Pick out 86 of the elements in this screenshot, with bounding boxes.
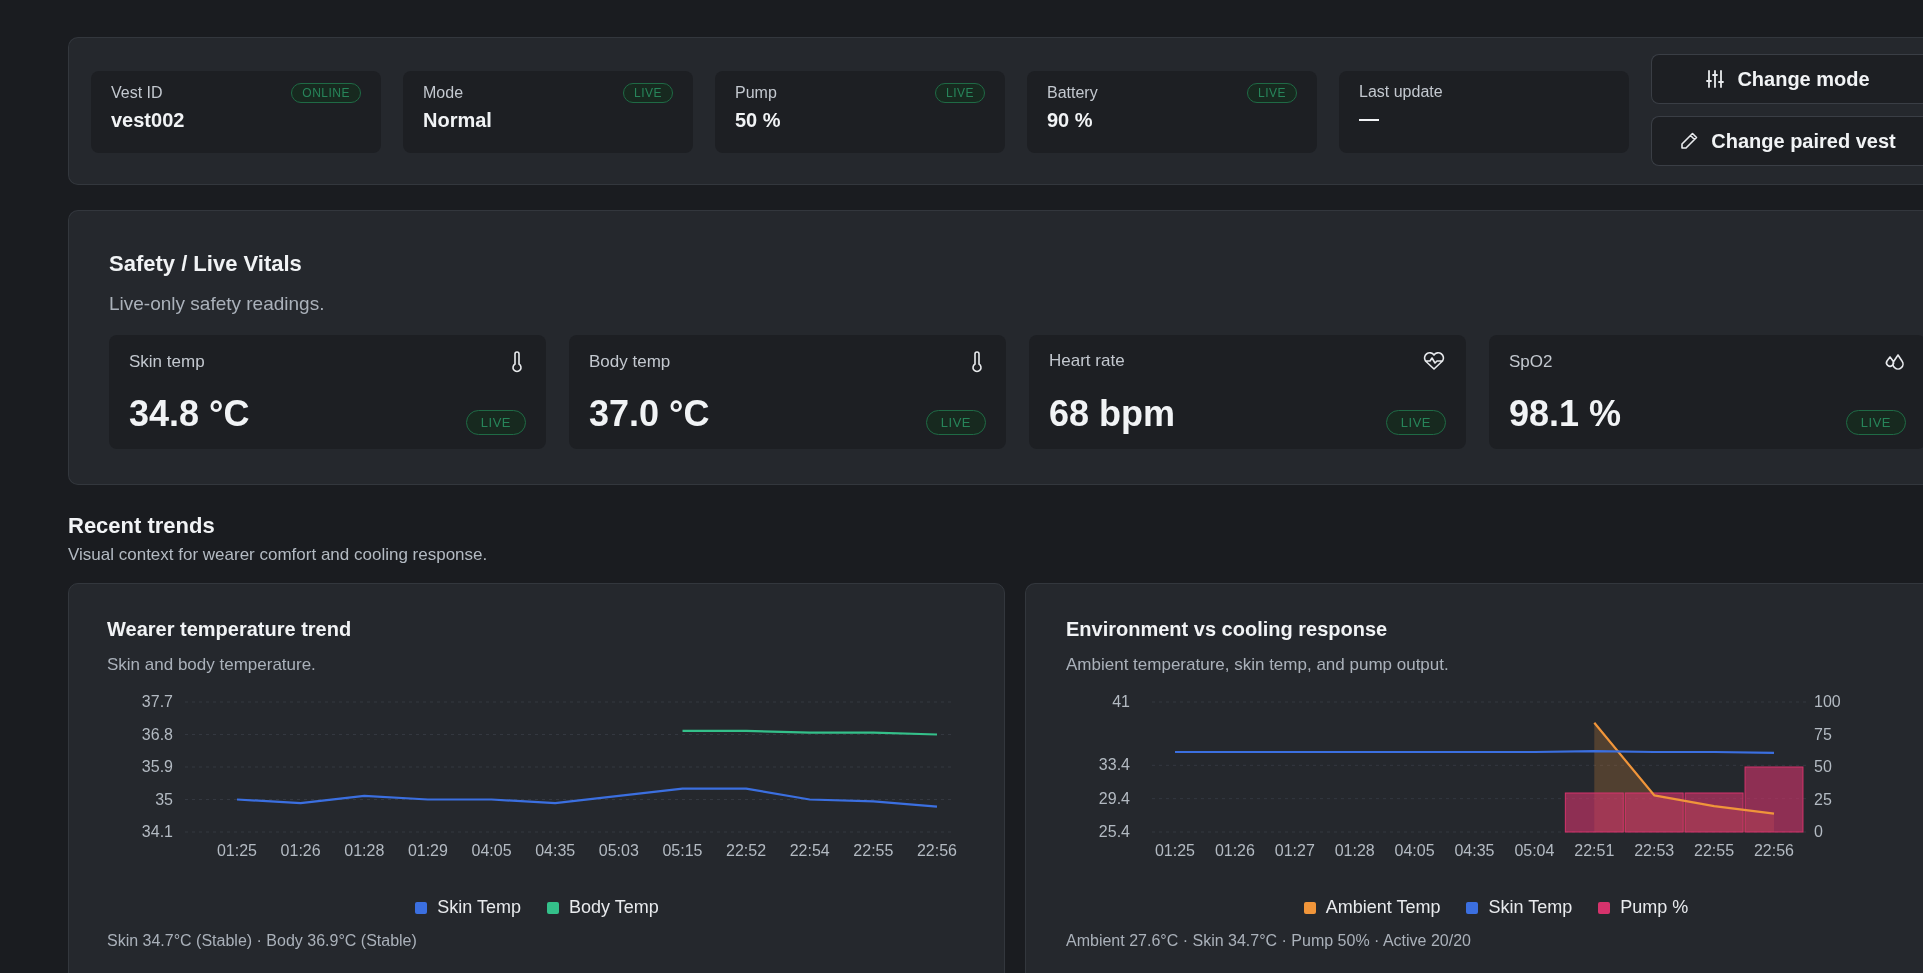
status-label: Battery (1047, 84, 1098, 102)
x-tick-label: 22:51 (1574, 842, 1615, 859)
y-tick-label: 41 (1112, 693, 1130, 710)
vital-label: Skin temp (129, 352, 205, 372)
section-subtitle: Visual context for wearer comfort and cooling response. (68, 545, 489, 565)
x-tick-label: 01:25 (1155, 842, 1195, 859)
y-tick-label: 35.9 (141, 758, 173, 775)
x-tick-label: 22:54 (789, 842, 830, 859)
x-tick-label: 05:15 (662, 842, 703, 859)
legend-label[interactable]: Skin Temp (437, 897, 521, 918)
chart-footer: Skin 34.7°C (Stable) · Body 36.9°C (Stable) (107, 932, 1004, 950)
x-tick-label: 22:53 (1634, 842, 1675, 859)
status-badge: ONLINE (291, 83, 361, 103)
x-tick-label: 01:26 (280, 842, 321, 859)
legend-label[interactable]: Ambient Temp (1325, 897, 1441, 918)
x-tick-label: 04:05 (471, 842, 512, 859)
status-value: 90 % (1047, 109, 1094, 132)
x-tick-label: 01:25 (217, 842, 257, 859)
y-tick-label: 35 (155, 790, 173, 808)
x-tick-label: 22:56 (1754, 842, 1794, 859)
live-badge: LIVE (465, 410, 526, 435)
y-tick-label: 37.7 (141, 693, 173, 710)
status-label: Pump (735, 84, 777, 102)
y-tick-label: 36.8 (141, 725, 173, 743)
status-value: 50 % (735, 109, 782, 132)
y-tick-label: 50 (1814, 758, 1832, 775)
status-label: Last update (1359, 83, 1443, 101)
status-label: Mode (423, 84, 464, 102)
x-tick-label: 05:03 (598, 842, 639, 859)
vital-label: Heart rate (1049, 351, 1125, 371)
section-title: Safety / Live Vitals (109, 251, 303, 277)
status-badge: LIVE (623, 83, 673, 103)
x-tick-label: 22:55 (853, 842, 894, 859)
action-button[interactable]: Change mode (1651, 54, 1923, 104)
action-button[interactable]: Change paired vest (1651, 116, 1923, 166)
vital-value: 34.8 °C (129, 393, 250, 435)
chart-title: Environment vs cooling response (1066, 618, 1389, 641)
y-tick-label: 0 (1814, 823, 1823, 840)
live-badge: LIVE (925, 410, 986, 435)
y-tick-label: 100 (1814, 693, 1841, 710)
x-tick-label: 22:52 (726, 842, 767, 859)
status-label: Vest ID (111, 84, 163, 102)
legend-label[interactable]: Pump % (1620, 897, 1689, 918)
legend-label[interactable]: Body Temp (569, 897, 659, 918)
heart-pulse-icon (1422, 351, 1446, 371)
x-tick-label: 01:28 (344, 842, 385, 859)
sliders-icon (1705, 69, 1726, 89)
status-badge: LIVE (935, 83, 985, 103)
y-tick-label: 25 (1814, 790, 1832, 808)
legend-label[interactable]: Skin Temp (1488, 897, 1573, 918)
x-tick-label: 01:28 (1334, 842, 1375, 859)
chart-subtitle: Ambient temperature, skin temp, and pump output. (1066, 655, 1450, 675)
live-badge: LIVE (1385, 410, 1446, 435)
vital-value: 98.1 % (1509, 393, 1622, 435)
x-tick-label: 01:27 (1274, 842, 1315, 859)
chart-subtitle: Skin and body temperature. (107, 655, 317, 675)
vital-label: Body temp (589, 352, 671, 372)
section-subtitle: Live-only safety readings. (109, 293, 326, 315)
droplets-icon (1884, 351, 1906, 373)
x-tick-label: 04:35 (535, 842, 576, 859)
vital-label: SpO2 (1509, 352, 1553, 372)
x-tick-label: 05:04 (1514, 842, 1555, 859)
pencil-icon (1679, 131, 1700, 151)
vital-value: 68 bpm (1049, 393, 1176, 435)
y-tick-label: 25.4 (1098, 823, 1130, 840)
y-tick-label: 29.4 (1098, 789, 1130, 807)
x-tick-label: 01:29 (407, 842, 448, 859)
x-tick-label: 04:35 (1454, 842, 1495, 859)
bar (1624, 792, 1684, 833)
status-value: vest002 (111, 109, 186, 132)
live-badge: LIVE (1845, 410, 1906, 435)
x-tick-label: 22:56 (917, 842, 957, 859)
y-tick-label: 33.4 (1098, 756, 1130, 774)
status-value: — (1359, 107, 1380, 130)
chart-title: Wearer temperature trend (107, 618, 353, 641)
bar (1564, 792, 1624, 833)
status-value: Normal (423, 109, 493, 132)
section-title: Recent trends (68, 513, 216, 539)
chart-footer: Ambient 27.6°C · Skin 34.7°C · Pump 50% · Active 20/20 (1066, 932, 1923, 950)
x-tick-label: 04:05 (1394, 842, 1435, 859)
x-tick-label: 01:26 (1214, 842, 1255, 859)
y-tick-label: 75 (1814, 725, 1832, 743)
status-badge: LIVE (1247, 83, 1297, 103)
x-tick-label: 22:55 (1694, 842, 1735, 859)
vital-value: 37.0 °C (589, 393, 710, 435)
y-tick-label: 34.1 (141, 823, 173, 840)
